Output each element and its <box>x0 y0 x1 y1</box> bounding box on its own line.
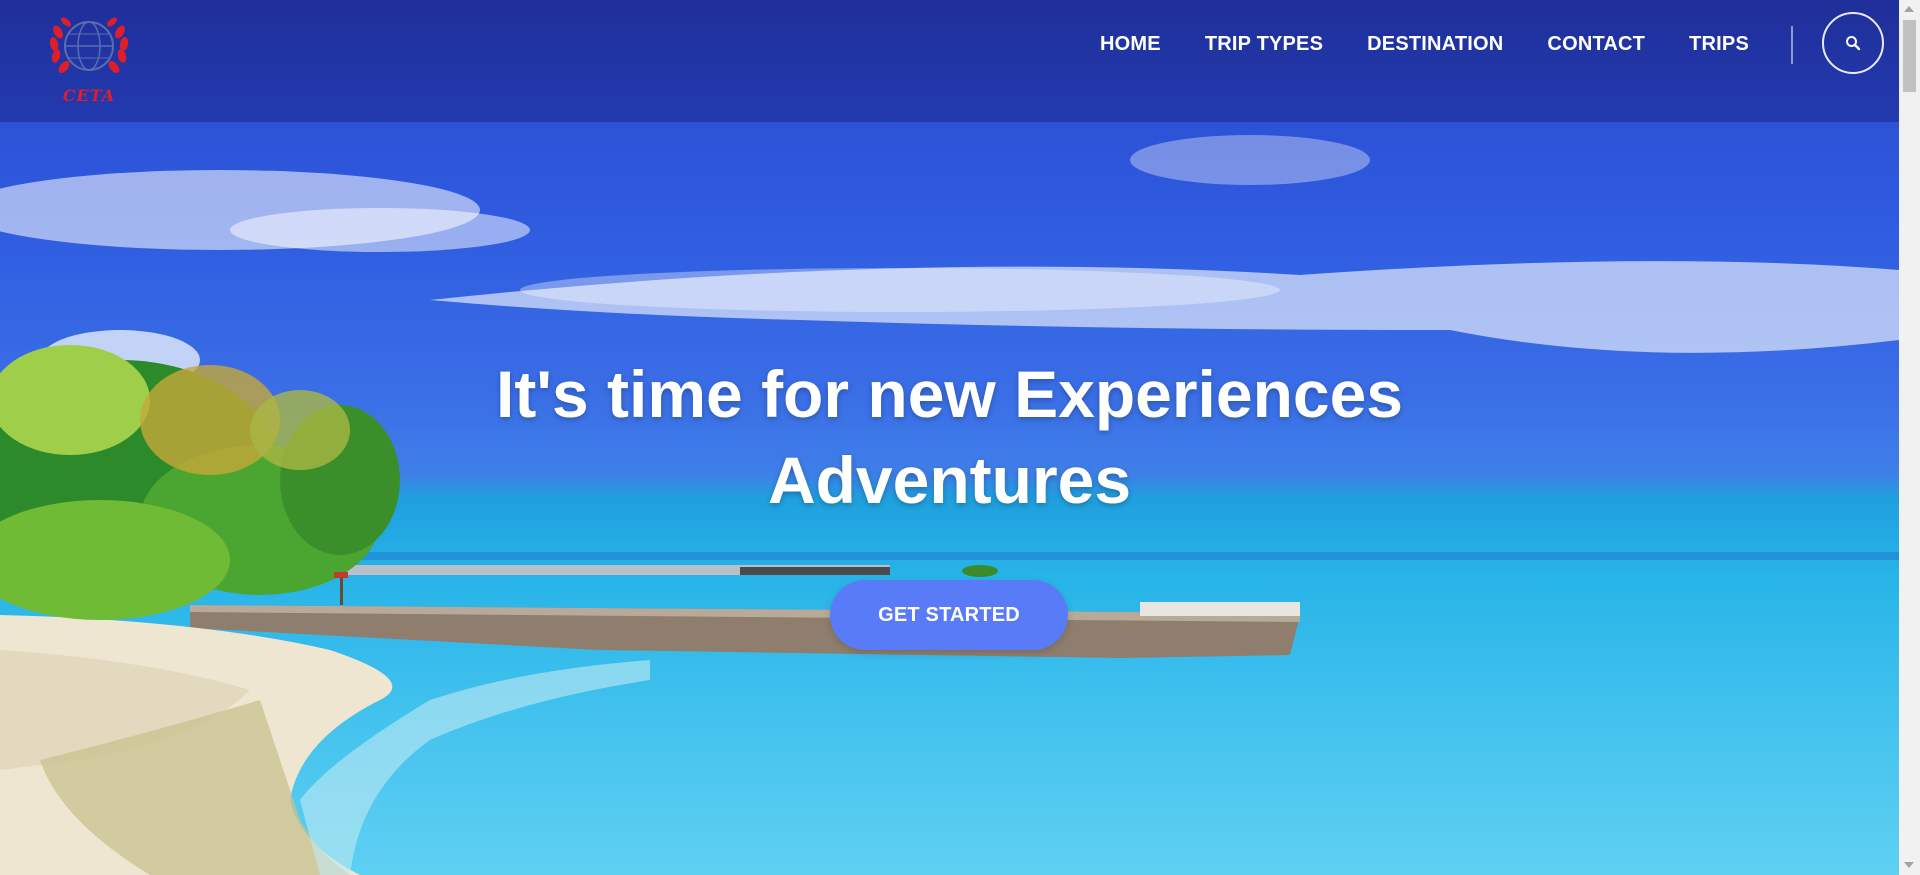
nav-item-destination[interactable]: DESTINATION <box>1367 30 1503 58</box>
search-button[interactable] <box>1822 12 1884 74</box>
page-scrollbar[interactable] <box>1899 0 1920 875</box>
logo-text: CETA <box>62 86 116 105</box>
nav-item-trip-types[interactable]: TRIP TYPES <box>1205 30 1323 58</box>
scroll-thumb[interactable] <box>1903 20 1916 92</box>
nav-divider <box>1791 26 1793 64</box>
nav-item-home[interactable]: HOME <box>1100 30 1161 58</box>
brand-logo[interactable]: CETA <box>44 10 134 110</box>
scroll-up-arrow-icon[interactable] <box>1904 6 1914 12</box>
nav-item-trips[interactable]: TRIPS <box>1689 30 1749 58</box>
get-started-button[interactable]: GET STARTED <box>830 580 1068 650</box>
hero-subheadline: Adventures <box>767 443 1132 517</box>
scroll-down-arrow-icon[interactable] <box>1904 862 1914 868</box>
main-nav: HOME TRIP TYPES DESTINATION CONTACT TRIP… <box>1100 30 1793 58</box>
top-navbar: CETA HOME TRIP TYPES DESTINATION CONTACT… <box>0 0 1899 122</box>
search-icon <box>1846 36 1861 51</box>
nav-item-contact[interactable]: CONTACT <box>1547 30 1645 58</box>
globe-laurel-icon <box>49 17 129 73</box>
hero-headline: It's time for new Experiences <box>495 357 1404 431</box>
